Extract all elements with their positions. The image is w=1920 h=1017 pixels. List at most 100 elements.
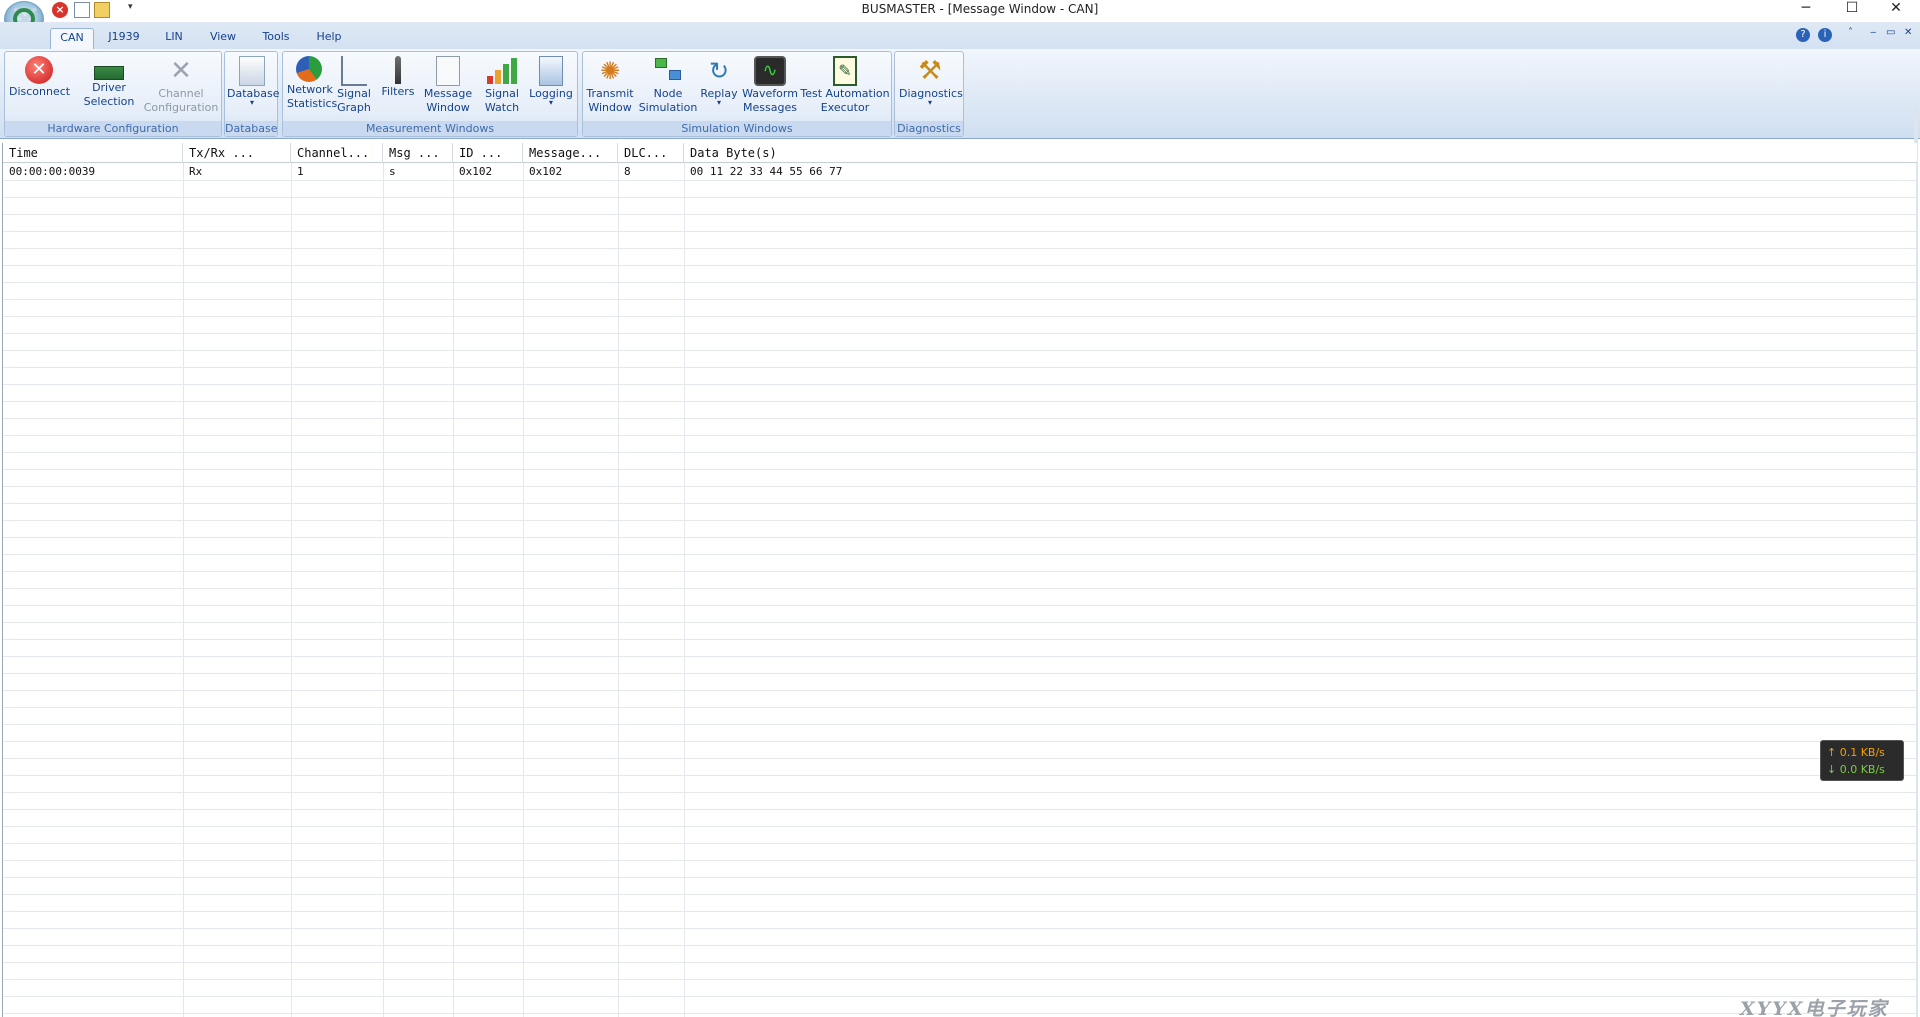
signal-graph-label-1: Signal xyxy=(337,87,371,100)
column-header-channel[interactable]: Channel... xyxy=(291,143,383,163)
bar-signal-icon xyxy=(487,56,517,86)
signal-watch-button[interactable]: Signal Watch xyxy=(479,56,525,114)
empty-table-row xyxy=(3,198,1917,215)
cell-txrx: Rx xyxy=(189,165,203,178)
mdi-minimize-button[interactable]: ‒ xyxy=(1870,27,1876,38)
empty-table-row xyxy=(3,929,1917,946)
node-simulation-button[interactable]: Node Simulation xyxy=(637,56,699,114)
group-diagnostics: ⚒ Diagnostics ▾ Diagnostics xyxy=(894,51,964,137)
empty-table-row xyxy=(3,521,1917,538)
empty-table-row xyxy=(3,691,1917,708)
download-speed: ↓ 0.0 KB/s xyxy=(1827,763,1885,776)
hammer-icon: ⚒ xyxy=(918,56,942,86)
tab-view[interactable]: View xyxy=(206,28,240,49)
message-table-header: Time Tx/Rx ... Channel... Msg ... ID ...… xyxy=(3,143,1917,163)
column-header-message[interactable]: Message... xyxy=(523,143,618,163)
chevron-down-icon: ▾ xyxy=(927,98,932,107)
mdi-restore-button[interactable]: ▭ xyxy=(1886,27,1895,38)
test-automation-label-2: Executor xyxy=(820,101,870,114)
group-label-measurement: Measurement Windows xyxy=(283,121,577,136)
tools-icon: ✕ xyxy=(170,56,192,86)
disconnect-button[interactable]: ✕ Disconnect xyxy=(9,56,71,98)
column-header-dlc[interactable]: DLC... xyxy=(618,143,684,163)
empty-table-row xyxy=(3,878,1917,895)
column-header-id[interactable]: ID ... xyxy=(453,143,523,163)
filters-label: Filters xyxy=(381,85,415,98)
diagnostics-button[interactable]: ⚒ Diagnostics ▾ xyxy=(899,56,963,107)
database-button[interactable]: Database ▾ xyxy=(227,56,280,107)
empty-table-row xyxy=(3,504,1917,521)
disconnect-label: Disconnect xyxy=(9,85,71,98)
empty-table-row xyxy=(3,844,1917,861)
info-icon[interactable]: i xyxy=(1818,28,1832,42)
column-header-time[interactable]: Time xyxy=(3,143,183,163)
message-window-button[interactable]: Message Window xyxy=(423,56,473,114)
empty-table-row xyxy=(3,419,1917,436)
network-statistics-button[interactable]: Network Statistics xyxy=(287,56,337,110)
transmit-window-label-2: Window xyxy=(588,101,632,114)
node-tree-icon xyxy=(653,56,683,86)
help-icon[interactable]: ? xyxy=(1796,28,1810,42)
column-header-txrx[interactable]: Tx/Rx ... xyxy=(183,143,291,163)
ribbon-collapse-icon[interactable]: ˄ xyxy=(1848,27,1853,38)
empty-table-row xyxy=(3,215,1917,232)
column-header-data-bytes[interactable]: Data Byte(s) xyxy=(684,143,1917,163)
signal-graph-button[interactable]: Signal Graph xyxy=(333,56,375,114)
filters-button[interactable]: Filters xyxy=(379,56,417,98)
line-graph-icon xyxy=(341,56,367,86)
empty-table-row xyxy=(3,266,1917,283)
pie-chart-icon xyxy=(296,56,322,82)
tab-can[interactable]: CAN xyxy=(50,28,94,49)
empty-table-row xyxy=(3,538,1917,555)
replay-button[interactable]: ↻ Replay ▾ xyxy=(697,56,741,107)
empty-table-row xyxy=(3,606,1917,623)
empty-table-row xyxy=(3,249,1917,266)
group-simulation-windows: ✺ Transmit Window Node Simulation ↻ Repl… xyxy=(582,51,892,137)
empty-table-row xyxy=(3,810,1917,827)
test-automation-label-1: Test Automation xyxy=(800,87,890,100)
empty-table-row xyxy=(3,657,1917,674)
column-header-msg-type[interactable]: Msg ... xyxy=(383,143,453,163)
cell-dlc: 8 xyxy=(624,165,631,178)
channel-configuration-button[interactable]: ✕ Channel Configuration xyxy=(143,56,219,114)
group-database: Database ▾ Database xyxy=(224,51,280,137)
waveform-icon: ∿ xyxy=(754,56,786,86)
watermark: XYYX电子玩家 xyxy=(1740,998,1889,1017)
test-automation-executor-button[interactable]: ✎ Test Automation Executor xyxy=(799,56,891,114)
chevron-down-icon: ▾ xyxy=(716,98,721,107)
driver-selection-button[interactable]: Driver Selection xyxy=(77,56,141,108)
network-speed-widget[interactable]: ↑ 0.1 KB/s ↓ 0.0 KB/s xyxy=(1820,740,1904,781)
ribbon-tab-strip: CAN J1939 LIN View Tools Help ? i ˄ ‒ ▭ … xyxy=(0,22,1920,49)
empty-table-row xyxy=(3,980,1917,997)
minimize-button[interactable]: ─ xyxy=(1784,0,1828,20)
waveform-messages-button[interactable]: ∿ Waveform Messages xyxy=(737,56,803,114)
transmit-window-button[interactable]: ✺ Transmit Window xyxy=(585,56,635,114)
close-button[interactable]: ✕ xyxy=(1874,0,1918,20)
message-list-icon xyxy=(436,56,460,86)
empty-table-row xyxy=(3,453,1917,470)
cell-id: 0x102 xyxy=(459,165,493,178)
mdi-close-button[interactable]: ✕ xyxy=(1904,27,1912,38)
channel-configuration-label-2: Configuration xyxy=(143,101,219,114)
waveform-messages-label-2: Messages xyxy=(743,101,797,114)
signal-watch-label-2: Watch xyxy=(484,101,520,114)
empty-table-row xyxy=(3,861,1917,878)
cell-time: 00:00:00:0039 xyxy=(9,165,96,178)
maximize-button[interactable]: ☐ xyxy=(1830,0,1874,20)
database-icon xyxy=(239,56,265,86)
group-measurement-windows: Network Statistics Signal Graph Filters … xyxy=(282,51,578,137)
log-download-icon xyxy=(539,56,563,86)
table-row[interactable]: 00:00:00:0039 Rx 1 s 0x102 0x102 8 00 11… xyxy=(3,164,1917,181)
tab-tools[interactable]: Tools xyxy=(258,28,294,49)
disconnect-icon: ✕ xyxy=(25,56,53,84)
logging-button[interactable]: Logging ▾ xyxy=(527,56,575,107)
replay-icon: ↻ xyxy=(708,57,730,85)
signal-watch-label-1: Signal xyxy=(485,87,519,100)
driver-selection-label-1: Driver xyxy=(92,81,126,94)
tab-j1939[interactable]: J1939 xyxy=(104,28,144,49)
window-title: BUSMASTER - [Message Window - CAN] xyxy=(861,2,1099,16)
tab-help[interactable]: Help xyxy=(312,28,346,49)
empty-table-row xyxy=(3,759,1917,776)
group-label-simulation: Simulation Windows xyxy=(583,121,891,136)
tab-lin[interactable]: LIN xyxy=(160,28,188,49)
